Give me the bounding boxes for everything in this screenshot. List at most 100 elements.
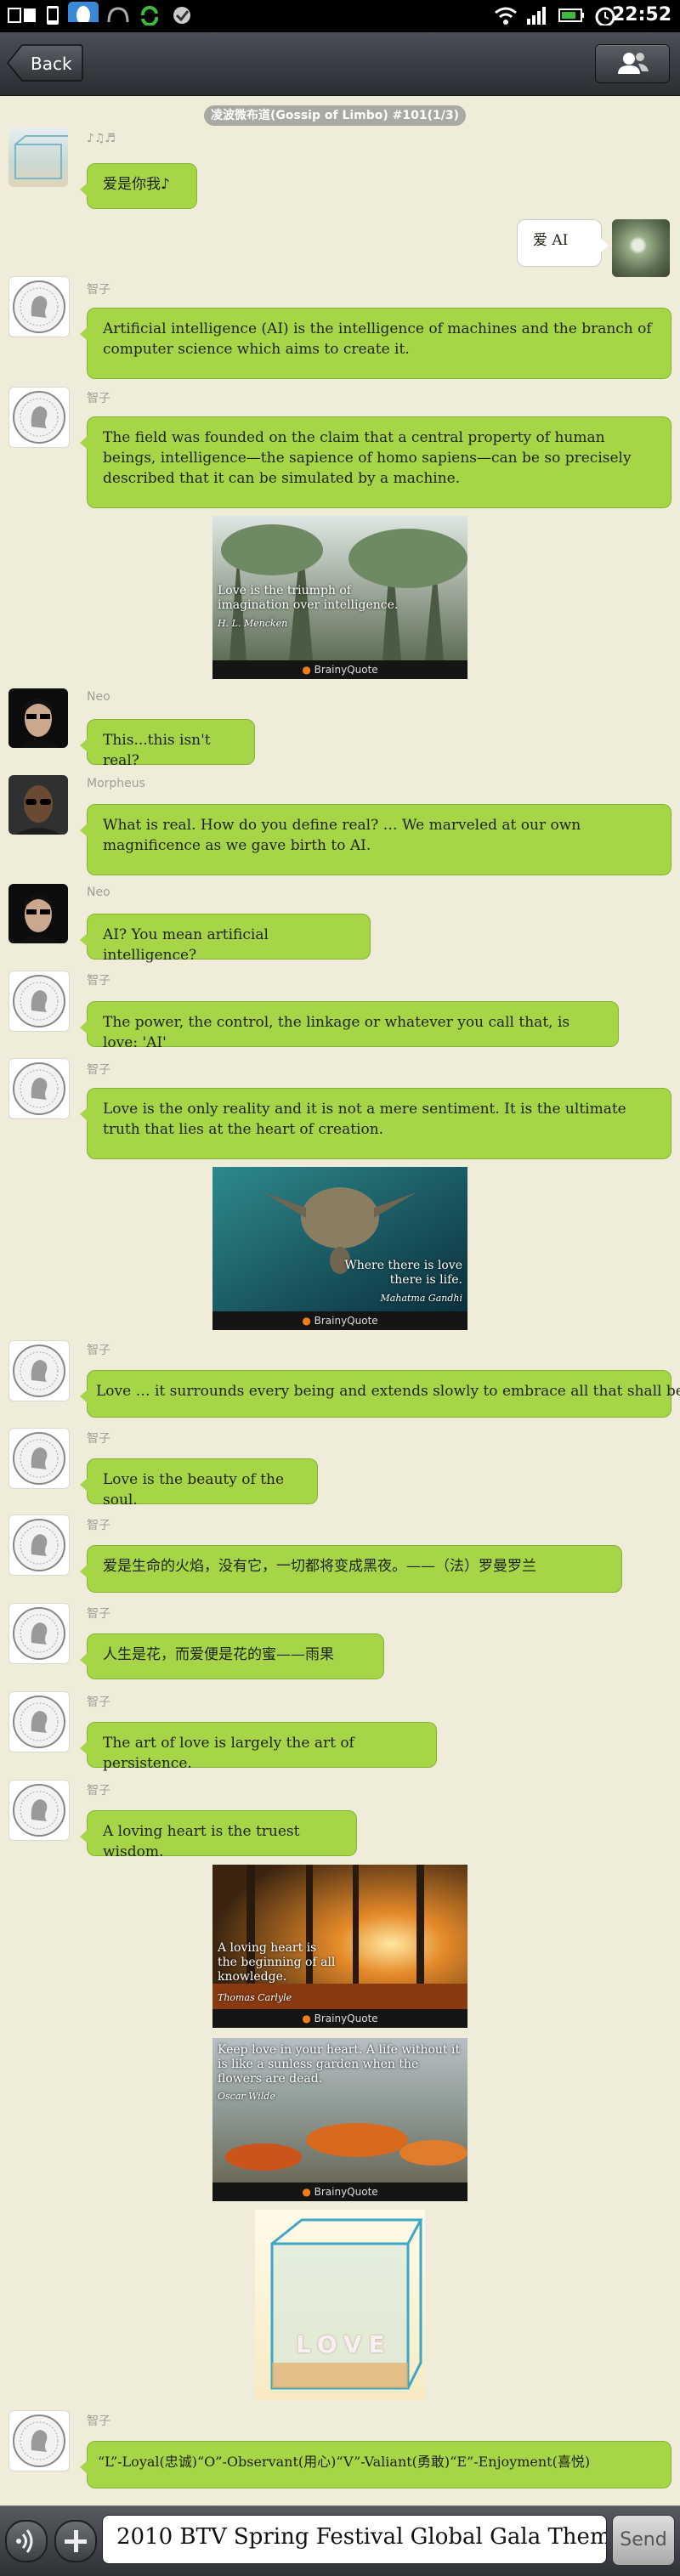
quote-image[interactable]: Where there is love there is life. Mahat… [212, 1167, 468, 1330]
message-bubble[interactable]: 爱是生命的火焰，没有它，一切都将变成黑夜。——（法）罗曼罗兰 [80, 1545, 622, 1593]
sea-turtle-photo [212, 1167, 468, 1311]
composer-bar: 2010 BTV Spring Festival Global Gala The… [0, 2505, 680, 2576]
message-bubble[interactable]: 爱是你我♪ [80, 163, 197, 209]
sender-name: 智子 [87, 974, 110, 988]
sender-name: 智子 [87, 392, 110, 405]
avatar[interactable] [8, 1691, 70, 1752]
avatar[interactable] [8, 387, 70, 448]
wifi-icon [495, 7, 517, 25]
glass-cube-illustration [270, 2218, 423, 2390]
sender-name: Neo [87, 886, 110, 899]
quote-text: Where there is love there is life. [344, 1259, 462, 1287]
quote-image[interactable]: Keep love in your heart. A life without … [212, 2038, 468, 2201]
title-bar: Back [0, 32, 680, 96]
coin-portrait-icon [13, 1432, 65, 1485]
coin-portrait-icon [13, 2415, 65, 2467]
coin-portrait-icon [13, 1062, 65, 1115]
message-bubble[interactable]: Love … it surrounds every being and exte… [80, 1370, 680, 1418]
quote-author: Thomas Carlyle [218, 1992, 292, 2003]
status-bar: 22:52 [0, 0, 680, 32]
sender-name: 智子 [87, 1344, 110, 1357]
my-avatar[interactable] [612, 219, 670, 277]
signal-icon [527, 7, 546, 25]
avatar[interactable] [8, 1514, 70, 1576]
message-input[interactable]: 2010 BTV Spring Festival Global Gala The… [102, 2515, 607, 2564]
sender-name: Neo [87, 690, 110, 704]
message-bubble[interactable]: The field was founded on the claim that … [80, 416, 672, 508]
message-bubble[interactable]: “L”-Loyal(忠诚)“O”-Observant(用心)“V”-Valian… [80, 2441, 672, 2488]
avatar[interactable] [8, 1780, 70, 1841]
qq-penguin-icon [68, 2, 99, 22]
sunlit-forest-photo [212, 1865, 468, 2009]
love-letters: LOVE [296, 2330, 392, 2358]
message-bubble[interactable]: Love is the only reality and it is not a… [80, 1088, 672, 1159]
sound-waves-icon [16, 2529, 33, 2553]
my-message-bubble[interactable]: 爱 AI [517, 219, 609, 267]
neo-portrait-icon [17, 699, 60, 748]
love-glass-image[interactable]: LOVE [255, 2210, 425, 2400]
sender-name: ♪♫♬ [87, 132, 116, 145]
sender-name: 智子 [87, 283, 110, 297]
back-button[interactable]: Back [7, 44, 83, 82]
clock-time: 22:52 [611, 4, 672, 25]
message-bubble[interactable]: AI? You mean artificial intelligence? [80, 914, 371, 964]
avatar[interactable] [8, 688, 68, 748]
quote-image[interactable]: Love is the triumph of imagination over … [212, 516, 468, 679]
avatar[interactable] [8, 1603, 70, 1664]
coin-portrait-icon [13, 975, 65, 1028]
coin-portrait-icon [13, 1519, 65, 1571]
add-attachment-button[interactable] [54, 2520, 97, 2562]
avatar[interactable] [8, 1340, 70, 1401]
message-bubble[interactable]: 人生是花，而爱便是花的蜜——雨果 [80, 1633, 384, 1679]
quote-author: Mahatma Gandhi [380, 1293, 462, 1304]
sync-icon [140, 5, 159, 25]
brand-label: BrainyQuote [314, 2013, 378, 2024]
quote-text: Love is the triumph of imagination over … [218, 584, 399, 612]
message-bubble[interactable]: Artificial intelligence (AI) is the inte… [80, 308, 672, 379]
message-bubble[interactable]: A loving heart is the truest wisdom. [80, 1810, 357, 1860]
quote-image[interactable]: A loving heart is the beginning of all k… [212, 1865, 468, 2028]
sender-name: 智子 [87, 2415, 110, 2428]
brand-label: BrainyQuote [314, 664, 378, 676]
glass-box-icon [14, 135, 68, 179]
sender-name: Morpheus [87, 777, 145, 790]
usb-debug-icon [8, 8, 36, 23]
morpheus-portrait-icon [15, 785, 61, 835]
voice-button[interactable] [5, 2520, 48, 2562]
quote-text: Keep love in your heart. A life without … [218, 2043, 461, 2086]
back-label: Back [31, 54, 72, 74]
contacts-button[interactable] [595, 44, 670, 83]
plus-icon [65, 2530, 87, 2552]
coin-portrait-icon [13, 391, 65, 444]
sender-name: 智子 [87, 1432, 110, 1446]
avatar[interactable] [8, 2410, 70, 2471]
send-button[interactable]: Send [612, 2515, 675, 2566]
brainyquote-logo: ● BrainyQuote [212, 2183, 468, 2201]
brand-label: BrainyQuote [314, 1315, 378, 1327]
avatar[interactable] [8, 276, 70, 337]
quote-author: H. L. Mencken [218, 618, 288, 629]
message-bubble[interactable]: Love is the beauty of the soul. [80, 1458, 318, 1509]
quote-author: Oscar Wilde [218, 2091, 275, 2102]
avatar[interactable] [8, 884, 68, 943]
neo-portrait-icon [17, 894, 60, 943]
quote-text: A loving heart is the beginning of all k… [218, 1941, 336, 1984]
sender-name: 智子 [87, 1784, 110, 1798]
battery-icon [558, 8, 584, 22]
avatar[interactable] [8, 1058, 70, 1119]
coin-portrait-icon [13, 1784, 65, 1837]
brand-label: BrainyQuote [314, 2186, 378, 2198]
message-bubble[interactable]: The power, the control, the linkage or w… [80, 1001, 619, 1051]
avatar[interactable] [8, 127, 68, 187]
brainyquote-logo: ● BrainyQuote [212, 1311, 468, 1330]
coin-portrait-icon [13, 280, 65, 333]
avatar[interactable] [8, 775, 68, 835]
sender-name: 智子 [87, 1519, 110, 1532]
message-bubble[interactable]: This...this isn't real? [80, 719, 255, 769]
task-check-icon [173, 7, 190, 24]
avatar[interactable] [8, 971, 70, 1032]
message-bubble[interactable]: What is real. How do you define real? … … [80, 804, 672, 875]
avatar[interactable] [8, 1428, 70, 1489]
message-bubble[interactable]: The art of love is largely the art of pe… [80, 1722, 437, 1772]
coin-portrait-icon [13, 1607, 65, 1660]
